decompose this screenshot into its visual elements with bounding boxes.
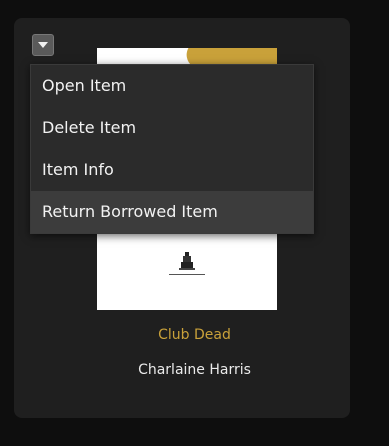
menu-item-delete-item[interactable]: Delete Item: [31, 107, 313, 149]
item-menu-toggle-button[interactable]: [32, 34, 54, 56]
menu-item-return-borrowed-item[interactable]: Return Borrowed Item: [31, 191, 313, 233]
item-context-menu: Open Item Delete Item Item Info Return B…: [30, 64, 314, 234]
menu-item-item-info[interactable]: Item Info: [31, 149, 313, 191]
book-title[interactable]: Club Dead: [0, 327, 389, 343]
book-author: Charlaine Harris: [138, 362, 251, 378]
cover-rule: [169, 274, 205, 275]
cover-crest-icon: [179, 252, 195, 270]
menu-item-open-item[interactable]: Open Item: [31, 65, 313, 107]
chevron-down-icon: [38, 42, 48, 48]
